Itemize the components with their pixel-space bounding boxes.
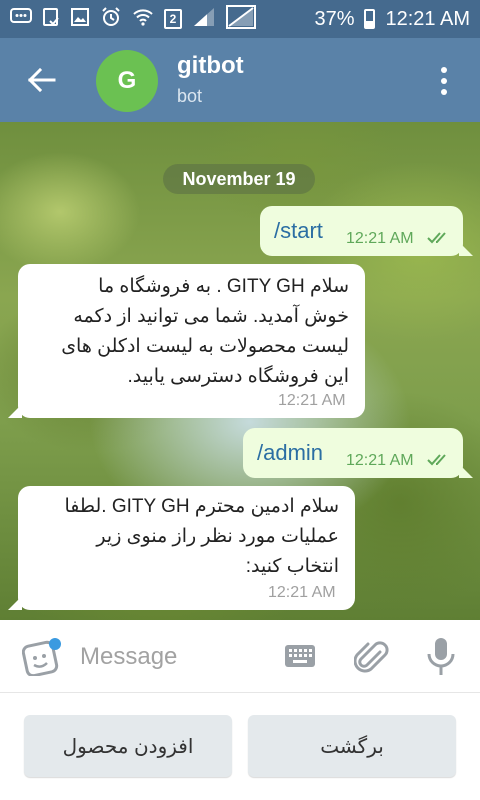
message-line: سلام ادمین محترم GITY GH .لطفا: [64, 496, 339, 517]
signal-2-icon: [226, 4, 256, 34]
message-text: سلام ادمین محترم GITY GH .لطفا عملیات مو…: [29, 492, 339, 582]
clipboard-check-icon: [42, 7, 60, 32]
system-indicators: 37% 12:21 AM: [314, 8, 470, 31]
keyboard-icon: [285, 645, 315, 667]
back-keyboard-button[interactable]: برگشت: [248, 715, 456, 777]
chat-title[interactable]: gitbot: [177, 52, 244, 80]
read-checkmarks-icon: [427, 454, 446, 466]
sim2-icon: 2: [164, 9, 182, 29]
more-options-button[interactable]: [430, 64, 458, 98]
message-line: خوش آمدید. شما می توانید از دکمه: [73, 306, 349, 327]
sticker-icon: [21, 638, 61, 678]
message-time: 12:21 AM: [346, 452, 414, 469]
bot-command-link[interactable]: /admin: [257, 440, 323, 466]
outgoing-message[interactable]: /start 12:21 AM: [260, 206, 473, 256]
avatar[interactable]: G: [96, 50, 158, 112]
microphone-icon: [427, 638, 455, 675]
incoming-message[interactable]: سلام ادمین محترم GITY GH .لطفا عملیات مو…: [8, 486, 355, 610]
wifi-icon: [132, 7, 154, 32]
message-line: لیست محصولات به لیست ادکلن های: [61, 336, 349, 357]
message-line: این فروشگاه دسترسی یابید.: [127, 366, 349, 387]
messages-icon: [10, 7, 32, 31]
message-line: عملیات مورد نظر راز منوی زیر: [96, 526, 339, 547]
add-product-button[interactable]: افزودن محصول: [24, 715, 232, 777]
battery-icon: [364, 9, 376, 29]
emoji-sticker-button[interactable]: [21, 636, 62, 678]
notification-icons: 2: [10, 4, 256, 34]
bot-command-link[interactable]: /start: [274, 218, 323, 244]
bot-reply-keyboard: افزودن محصول برگشت: [0, 693, 480, 800]
back-arrow-icon: [27, 67, 56, 93]
message-line: سلام GITY GH . به فروشگاه ما: [98, 276, 349, 297]
message-time: 12:21 AM: [346, 230, 414, 247]
chat-area[interactable]: November 19 /start 12:21 AM سلام GITY GH…: [0, 122, 480, 620]
signal-icon: [192, 7, 216, 32]
status-bar: 2 37% 12:21 AM: [0, 0, 480, 38]
more-vertical-icon: [441, 67, 447, 95]
alarm-icon: [100, 6, 122, 33]
chat-subtitle: bot: [177, 86, 203, 106]
back-button[interactable]: [24, 60, 64, 100]
chat-header: G gitbot bot: [0, 38, 480, 122]
paperclip-icon: [353, 641, 389, 673]
clock: 12:21 AM: [385, 7, 470, 30]
battery-percentage: 37%: [314, 7, 355, 30]
voice-message-button[interactable]: [424, 636, 458, 678]
attach-button[interactable]: [353, 638, 390, 678]
outgoing-message[interactable]: /admin 12:21 AM: [243, 428, 473, 478]
image-icon: [70, 7, 90, 32]
date-separator: November 19: [163, 164, 315, 194]
message-input[interactable]: [78, 638, 272, 676]
message-line: انتخاب کنید:: [245, 556, 339, 577]
read-checkmarks-icon: [427, 232, 446, 244]
message-text: سلام GITY GH . به فروشگاه ما خوش آمدید. …: [29, 272, 349, 392]
incoming-message[interactable]: سلام GITY GH . به فروشگاه ما خوش آمدید. …: [8, 264, 365, 418]
bot-keyboard-toggle[interactable]: [284, 644, 316, 668]
message-composer: [0, 620, 480, 693]
message-time: 12:21 AM: [278, 392, 346, 409]
message-time: 12:21 AM: [268, 584, 336, 601]
